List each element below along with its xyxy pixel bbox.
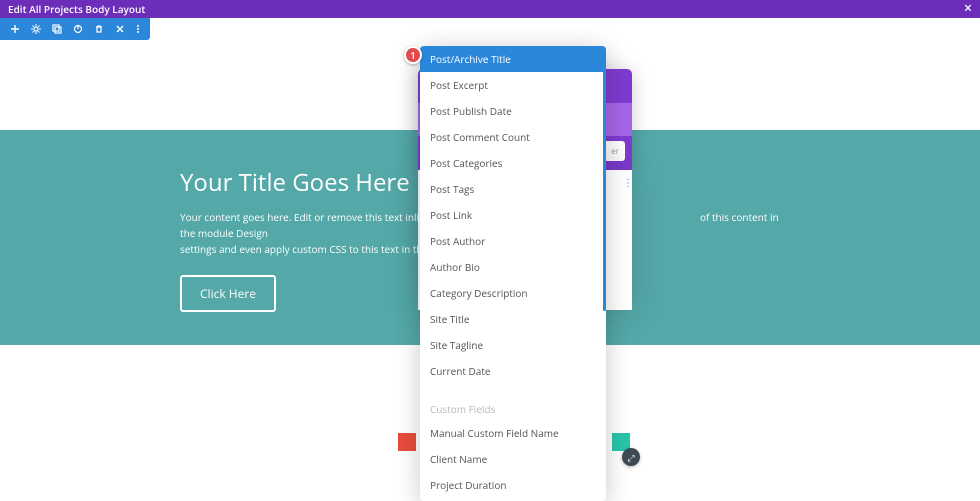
dropdown-item[interactable]: Post Excerpt: [420, 72, 606, 98]
close-icon[interactable]: ×: [964, 2, 972, 16]
exit-icon[interactable]: [115, 24, 125, 34]
canvas: Your Title Goes Here Your content goes h…: [0, 40, 980, 501]
dropdown-item[interactable]: Post Publish Date: [420, 98, 606, 124]
dropdown-list: Post/Archive Title Post Excerpt Post Pub…: [420, 46, 606, 501]
dropdown-scrollbar[interactable]: [603, 46, 606, 311]
page-title: Edit All Projects Body Layout: [8, 2, 145, 16]
add-icon[interactable]: [10, 24, 20, 34]
dropdown-item[interactable]: Current Date: [420, 358, 606, 384]
expand-fab[interactable]: ⤢: [622, 448, 640, 466]
dropdown-item[interactable]: Author Bio: [420, 254, 606, 280]
dropdown-item[interactable]: Post/Archive Title: [420, 46, 606, 72]
power-icon[interactable]: [73, 24, 83, 34]
dropdown-item[interactable]: Manual Custom Field Name: [420, 420, 606, 446]
modal-more-icon[interactable]: ⋮: [623, 175, 633, 189]
dropdown-item[interactable]: Post Link: [420, 202, 606, 228]
dropdown-item[interactable]: Post Author: [420, 228, 606, 254]
toolbar-actions: [0, 18, 150, 40]
dropdown-item[interactable]: Post Categories: [420, 150, 606, 176]
top-bar: Edit All Projects Body Layout ×: [0, 0, 980, 18]
toolbar: [0, 18, 980, 40]
trash-icon[interactable]: [94, 24, 104, 34]
dropdown-item[interactable]: Post Tags: [420, 176, 606, 202]
dropdown-item[interactable]: Project Duration: [420, 472, 606, 498]
dropdown-item[interactable]: Site Title: [420, 306, 606, 332]
duplicate-icon[interactable]: [52, 24, 62, 34]
hero-button[interactable]: Click Here: [180, 275, 276, 312]
dropdown-item[interactable]: Post Comment Count: [420, 124, 606, 150]
more-icon[interactable]: [136, 24, 140, 34]
annotation-marker-1: 1: [404, 46, 422, 64]
dropdown-item[interactable]: Client Name: [420, 446, 606, 472]
gear-icon[interactable]: [31, 24, 41, 34]
dynamic-content-dropdown: Post/Archive Title Post Excerpt Post Pub…: [420, 46, 606, 501]
dropdown-group-label: Custom Fields: [420, 396, 606, 420]
module-handle-red[interactable]: [398, 433, 416, 451]
dropdown-item[interactable]: Category Description: [420, 280, 606, 306]
dropdown-item[interactable]: Site Tagline: [420, 332, 606, 358]
